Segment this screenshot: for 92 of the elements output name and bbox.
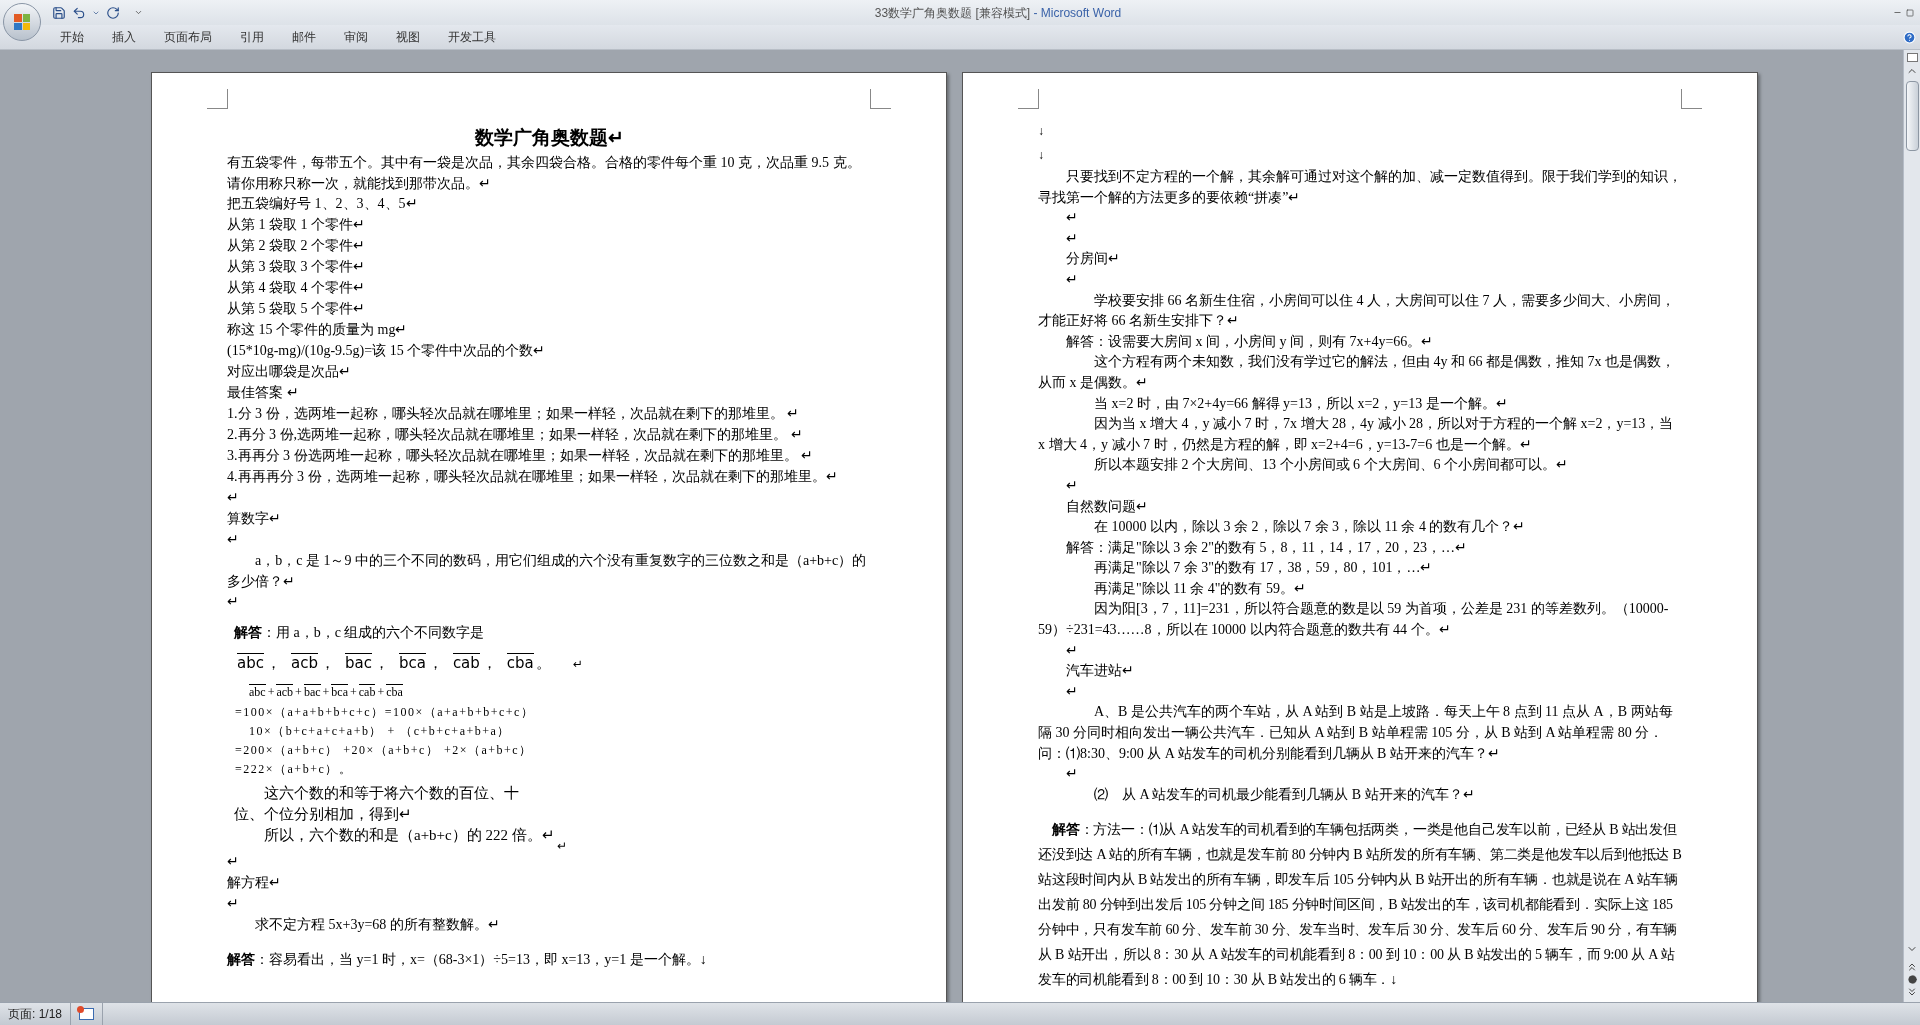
next-page-icon[interactable] — [1906, 986, 1918, 998]
paragraph: ↵ — [1065, 270, 1078, 289]
paragraph: A、B 是公共汽车的两个车站，从 A 站到 B 站是上坡路．每天上午 8 点到 11 点从 A，B 两站每隔 30 分同时相向发出一辆公共汽车．已知从 A 站到 B 站单程需 105 分，从 B 站到 A 站单程需 80 分．问：⑴8:30、9:00 从 A 站发车的司机分别能看到几辆从 B 站开来的汽车？↵ — [1038, 703, 1674, 763]
paragraph: 求不定方程 5x+3y=68 的所有整数解。↵ — [254, 915, 501, 934]
formula-line: =222×（a+b+c）。 — [235, 760, 353, 778]
paragraph: 4.再再再分 3 份，选两堆一起称，哪头轻次品就在哪堆里；如果一样轻，次品就在剩下的那堆里。↵ — [227, 468, 839, 487]
paragraph: 因为阳[3，7，11]=231，所以符合题意的数是以 59 为首项，公差是 231 的等差数列。（10000-59）÷231=43……8，所以在 10000 以内符合题意的数共有 44 个。↵ — [1038, 600, 1670, 640]
paragraph: ↵ — [1065, 641, 1078, 660]
save-icon[interactable] — [52, 5, 66, 20]
paragraph: 3.再再分 3 份选两堆一起称，哪头轻次品就在哪堆里；如果一样轻，次品就在剩下的那堆里。 ↵ — [227, 447, 814, 466]
paragraph: 从第 4 袋取 4 个零件↵ — [227, 279, 366, 298]
formula-line: =100×（a+a+b+b+c+c）=100×（a+a+b+b+c+c） — [235, 703, 535, 721]
ribbon-tab[interactable]: 页面布局 — [150, 26, 226, 48]
paragraph: 从第 2 袋取 2 个零件↵ — [227, 237, 366, 256]
paragraph-mark: ↓ — [1038, 123, 1044, 140]
paragraph: 对应出哪袋是次品↵ — [227, 363, 352, 382]
paragraph: 因为当 x 增大 4，y 减小 7 时，7x 增大 28，4y 减小 28，所以对于方程的一个解 x=2，y=13，当 x 增大 4，y 减小 7 时，仍然是方程的解，即 x=2+4=6，y=13-7=6 也是一个解。↵ — [1038, 415, 1675, 454]
paragraph: 解答：用 a，b，c 组成的六个不同数字是 — [234, 624, 486, 643]
paragraph: 只要找到不定方程的一个解，其余解可通过对这个解的加、减一定数值得到。限于我们学到的知识，寻找第一个解的方法更多的要依赖“拼凑”↵ — [1038, 168, 1682, 207]
paragraph: ↵ — [1065, 229, 1078, 248]
paragraph: 把五袋编好号 1、2、3、4、5↵ — [227, 195, 419, 214]
paragraph: ↵ — [227, 894, 240, 913]
paragraph: 分房间↵ — [1065, 250, 1120, 269]
paragraph: (15*10g-mg)/(10g-9.5g)=该 15 个零件中次品的个数↵ — [227, 342, 547, 361]
paragraph: 从第 3 袋取 3 个零件↵ — [227, 258, 366, 277]
paragraph: ↵ — [1065, 476, 1078, 495]
paragraph: 学校要安排 66 名新生住宿，小房间可以住 4 人，大房间可以住 7 人，需要多少间大、小房间，才能正好将 66 名新生安排下？↵ — [1038, 291, 1676, 331]
paragraph: 解答：满足"除以 3 余 2"的数有 5，8，11，14，17，20，23，…↵ — [1065, 538, 1467, 557]
paragraph-mark: ↓ — [1038, 147, 1044, 164]
paragraph: 所以本题安排 2 个大房间、13 个小房间或 6 个大房间、6 个小房间都可以。↵ — [1093, 456, 1569, 475]
paragraph: ⑵ 从 A 站发车的司机最少能看到几辆从 B 站开来的汽车？↵ — [1093, 785, 1476, 804]
vertical-scrollbar[interactable] — [1903, 50, 1920, 1002]
crop-mark — [207, 89, 228, 109]
paragraph: ↵ — [1065, 765, 1078, 784]
formula-line: abc， acb， bac， bca， cab， cba。 ↵ — [236, 651, 583, 674]
ruler-toggle-icon[interactable] — [1906, 53, 1918, 62]
paragraph: a，b，c 是 1～9 中的三个不同的数码，用它们组成的六个没有重复数字的三位数之和是（a+b+c）的多少倍？↵ — [227, 552, 868, 591]
paragraph: 从第 1 袋取 1 个零件↵ — [227, 216, 366, 235]
paragraph: 解答：设需要大房间 x 间，小房间 y 间，则有 7x+4y=66。↵ — [1065, 332, 1434, 351]
paragraph: 1.分 3 份，选两堆一起称，哪头轻次品就在哪堆里；如果一样轻，次品就在剩下的那堆里。 ↵ — [227, 405, 800, 424]
paragraph: 2.再分 3 份,选两堆一起称，哪头轻次品就在哪堆里；如果一样轻，次品就在剩下的那堆里。 ↵ — [227, 426, 804, 445]
paragraph-mark: ↵ — [557, 839, 567, 852]
paragraph: 所以，六个数的和是（a+b+c）的 222 倍。↵ — [264, 825, 555, 845]
restore-icon[interactable] — [1906, 8, 1914, 17]
paragraph: 最佳答案 ↵ — [227, 384, 300, 403]
paragraph: 这六个数的和等于将六个数的百位、十位、个位分别相加，得到↵ — [234, 783, 520, 824]
ribbon-tab[interactable]: 邮件 — [278, 26, 330, 48]
formula-line: abc + acb + bac + bca + cab + cba — [249, 682, 403, 701]
ribbon-tab[interactable]: 插入 — [98, 26, 150, 48]
undo-icon[interactable] — [72, 5, 86, 20]
page-count[interactable]: 页面: 1/18 — [0, 1003, 72, 1025]
paragraph: 称这 15 个零件的质量为 mg↵ — [227, 321, 409, 340]
crop-mark — [1681, 89, 1702, 109]
paragraph: 在 10000 以内，除以 3 余 2，除以 7 余 3，除以 11 余 4 的数有几个？↵ — [1093, 518, 1527, 537]
paragraph: 自然数问题↵ — [1065, 497, 1148, 516]
help-icon[interactable] — [1903, 30, 1916, 44]
ribbon-tab[interactable]: 视图 — [382, 26, 434, 48]
crop-mark — [1018, 89, 1039, 109]
paragraph: ↵ — [1065, 682, 1078, 701]
paragraph: ↵ — [227, 531, 240, 550]
paragraph: ↵ — [1065, 209, 1078, 228]
ribbon-tab[interactable]: 引用 — [226, 26, 278, 48]
macro-record-icon[interactable] — [79, 1008, 95, 1020]
redo-icon[interactable] — [106, 5, 120, 20]
paragraph: 这个方程有两个未知数，我们没有学过它的解法，但由 4y 和 66 都是偶数，推知 7x 也是偶数，从而 x 是偶数。↵ — [1038, 353, 1676, 392]
crop-mark — [870, 89, 891, 109]
browse-object-icon[interactable] — [1907, 975, 1917, 984]
app-name: - Microsoft Word — [1032, 4, 1122, 22]
previous-page-icon[interactable] — [1906, 961, 1918, 973]
window-title: 33数学广角奥数题 [兼容模式] — [874, 4, 1031, 22]
formula-line: =200×（a+b+c） +20×（a+b+c） +2×（a+b+c） — [235, 741, 533, 759]
ribbon-tab[interactable]: 开始 — [46, 26, 98, 48]
paragraph: ↵ — [227, 852, 240, 871]
paragraph: 再满足"除以 7 余 3"的数有 17，38，59，80，101，…↵ — [1093, 559, 1434, 578]
ribbon-tab[interactable]: 审阅 — [330, 26, 382, 48]
paragraph: 解答：方法一：⑴从 A 站发车的司机看到的车辆包括两类，一类是他自己发车以前，已经从 B 站出发但还没到达 A 站的所有车辆，也就是发车前 80 分钟内 B 站所发的所有车辆、第二类是他发车以后到他抵达 B 站这段时间内从 B 站发出的所有车辆，即发车后 105 分钟内从 B 站开出的所有车辆．也就是说在 A 站车辆出发前 80 分钟到出发后 105 分钟之间 185 分钟时间区间，B 站发出的车，该司机都能看到．实际上这 185 分钟中，只有发车前 60 分、发车前 30 分、发车当时、发车后 30 分、发车后 60 分、发车后 90 分，有车辆从 B 站开出，所以 8：30 从 A 站发车的司机能看到 8：00 到 10：00 从 B 站发出的 5 辆车，而 9:00 从 A 站发车的司机能看到 8：00 到 10：30 从 B 站发出的 6 辆车．↓ — [1038, 821, 1682, 990]
paragraph: ↵ — [227, 489, 240, 508]
paragraph: 有五袋零件，每带五个。其中有一袋是次品，其余四袋合格。合格的零件每个重 10 克，次品重 9.5 克。请你用称只称一次，就能找到那带次品。↵ — [227, 154, 862, 193]
scroll-thumb[interactable] — [1905, 81, 1919, 151]
paragraph: 从第 5 袋取 5 个零件↵ — [227, 300, 366, 319]
paragraph: 汽车进站↵ — [1065, 662, 1134, 681]
paragraph: 解答：容易看出，当 y=1 时，x=（68-3×1）÷5=13，即 x=13，y=1 是一个解。↓ — [227, 950, 708, 969]
customize-icon[interactable] — [134, 8, 143, 17]
paragraph: 解方程↵ — [227, 873, 282, 892]
paragraph: 当 x=2 时，由 7×2+4y=66 解得 y=13，所以 x=2，y=13 是一个解。↵ — [1093, 394, 1509, 413]
paragraph: ↵ — [227, 593, 240, 612]
paragraph: 再满足"除以 11 余 4"的数有 59。↵ — [1093, 579, 1307, 598]
formula-line: 10×（b+c+a+c+a+b） + （c+b+c+a+b+a） — [249, 722, 511, 740]
document-title: 数学广角奥数题↵ — [473, 126, 625, 150]
ribbon-tab[interactable]: 开发工具 — [434, 26, 510, 48]
office-logo-icon — [14, 14, 30, 30]
paragraph: 算数字↵ — [227, 510, 282, 529]
